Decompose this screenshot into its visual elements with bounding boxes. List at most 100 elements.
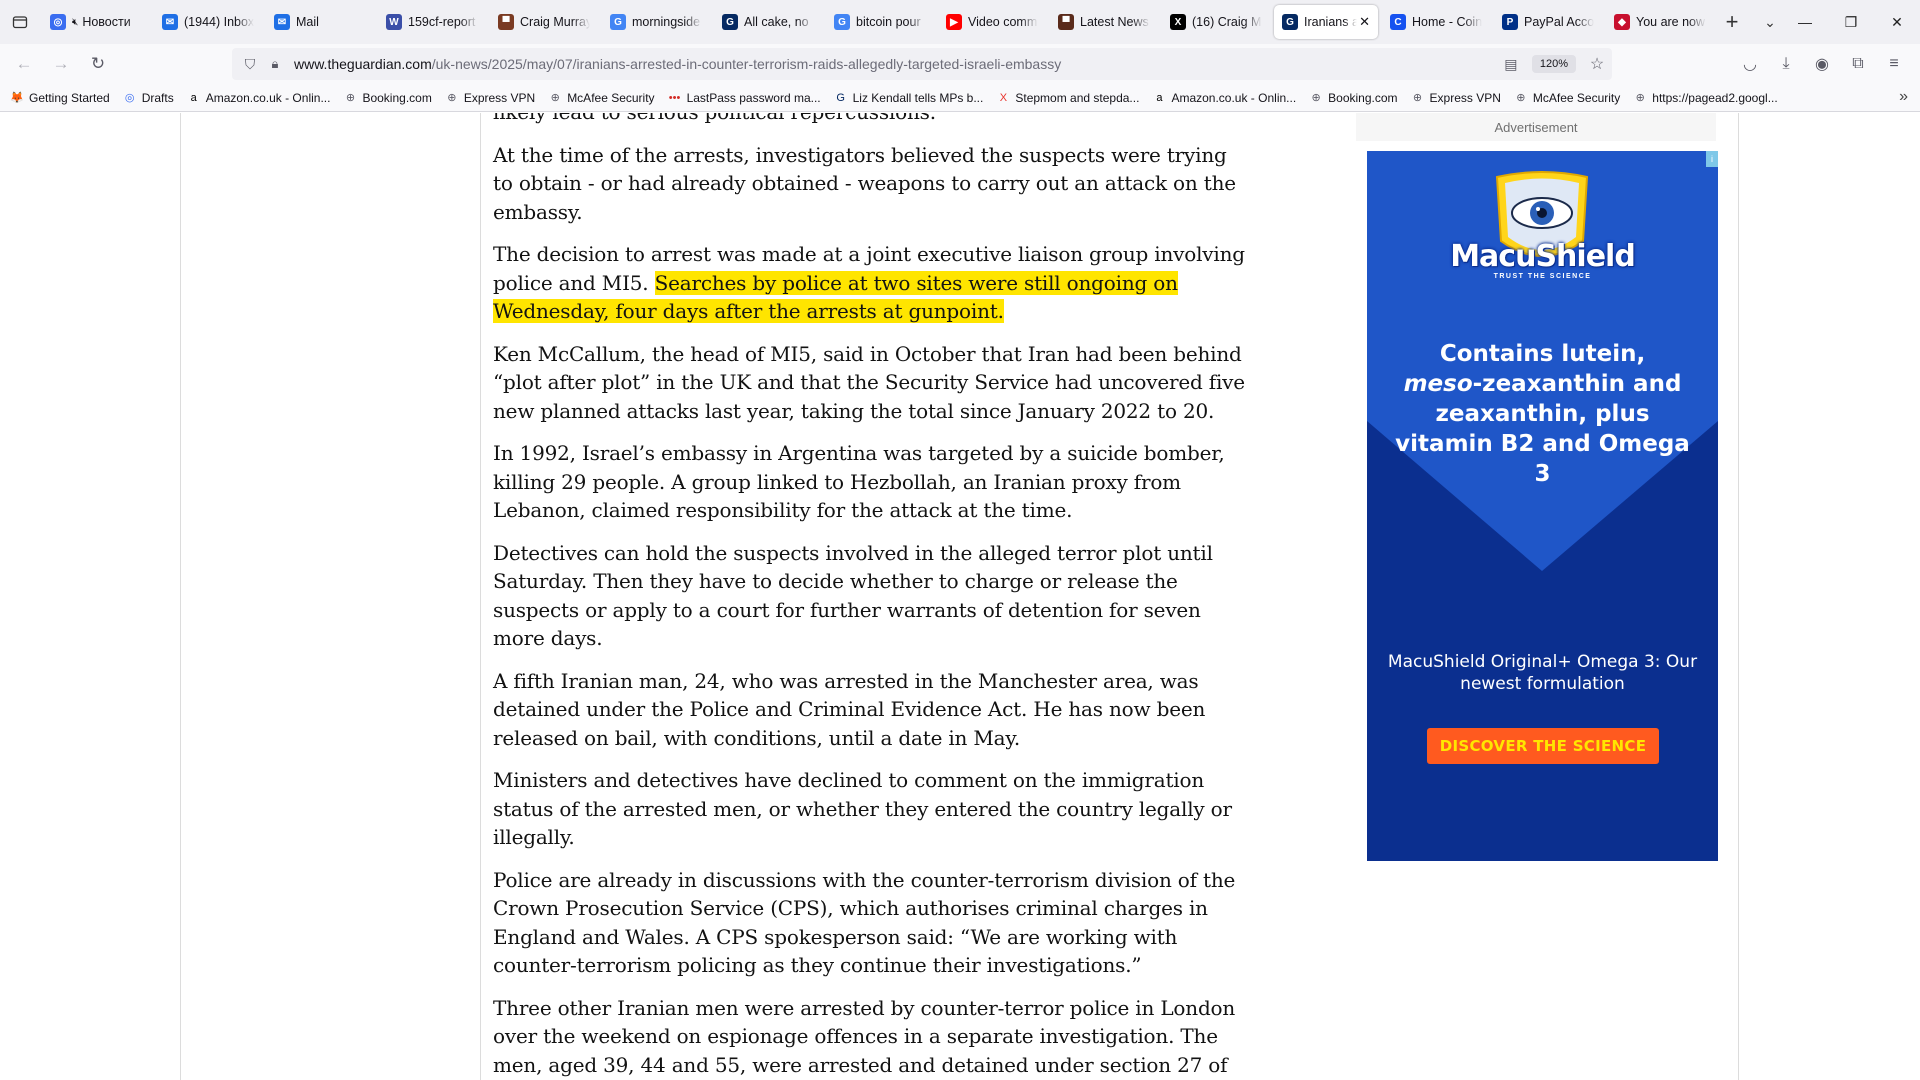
- tab-title: Latest News: [1080, 15, 1149, 29]
- bookmark-item[interactable]: ⊕ https://pagead2.googl...: [1633, 90, 1778, 105]
- bookmark-item[interactable]: ◎ Drafts: [123, 91, 174, 105]
- page-gutter-line: [180, 113, 181, 1080]
- bookmark-item[interactable]: ••• LastPass password ma...: [668, 91, 821, 105]
- reader-view-icon[interactable]: ▤: [1496, 56, 1526, 73]
- bookmark-favicon-icon: ⊕: [1311, 92, 1321, 104]
- tab-13[interactable]: C Home - Coin: [1382, 5, 1490, 39]
- tab-6[interactable]: Gmorningside: [602, 5, 710, 39]
- bookmark-favicon-icon: ⊕: [1412, 92, 1423, 104]
- zoom-level-button[interactable]: 120%: [1531, 55, 1576, 73]
- bookmark-item[interactable]: ⊕ Express VPN: [445, 91, 535, 105]
- back-button[interactable]: ←: [6, 48, 42, 80]
- tab-title: Новости: [82, 15, 131, 29]
- bookmark-favicon-icon: a: [1156, 91, 1163, 104]
- tab-11[interactable]: X (16) Craig M: [1162, 5, 1270, 39]
- advertisement-banner[interactable]: i MacuShield TRUST THE SCIENCE Contains …: [1367, 151, 1718, 861]
- url-text[interactable]: www.theguardian.com/uk-news/2025/may/07/…: [294, 56, 1496, 72]
- tab-5[interactable]: ▀ Craig Murray: [490, 5, 598, 39]
- ad-tagline: TRUST THE SCIENCE: [1493, 273, 1592, 280]
- bookmark-label: https://pagead2.googl...: [1652, 90, 1778, 105]
- pocket-button[interactable]: ◡: [1732, 48, 1768, 80]
- tab-title: Craig Murray: [520, 15, 590, 29]
- article-paragraph: A fifth Iranian man, 24, who was arreste…: [493, 668, 1206, 750]
- extensions-button[interactable]: ⧉: [1840, 48, 1876, 80]
- bookmark-item[interactable]: ⊕ Booking.com: [1309, 90, 1398, 105]
- article-paragraph: The decision to arrest was made at a joi…: [493, 240, 1248, 326]
- address-bar[interactable]: ⛉ 🔒︎ www.theguardian.com/uk-news/2025/ma…: [232, 48, 1612, 80]
- tab-3[interactable]: ✉ Mail: [266, 5, 374, 39]
- tab-10[interactable]: ▀ Latest News: [1050, 5, 1158, 39]
- minimize-icon: —: [1798, 14, 1812, 30]
- bookmark-favicon-icon: G: [836, 91, 845, 104]
- bookmark-item[interactable]: ⊕ Express VPN: [1411, 91, 1501, 105]
- bookmark-favicon-icon: a: [190, 91, 197, 104]
- bookmark-item[interactable]: ⊕ McAfee Security: [548, 91, 655, 105]
- article-paragraph: At the time of the arrests, investigator…: [493, 142, 1236, 224]
- tab-title: All cake, no: [744, 15, 809, 29]
- ad-choices-icon[interactable]: i: [1706, 151, 1718, 167]
- tab-15[interactable]: ◆ You are now: [1606, 5, 1714, 39]
- bookmark-item[interactable]: a Amazon.co.uk - Onlin...: [187, 91, 331, 105]
- tab-list-button[interactable]: [0, 0, 40, 44]
- account-button[interactable]: ◉: [1804, 48, 1840, 80]
- forward-button[interactable]: →: [43, 48, 79, 80]
- ad-headline: Contains lutein, meso-zeaxanthin and zeax…: [1387, 339, 1698, 489]
- tab-14[interactable]: P PayPal Acco: [1494, 5, 1602, 39]
- bookmark-label: Booking.com: [1328, 90, 1398, 105]
- bookmark-favicon-icon: ⊕: [550, 92, 560, 104]
- restore-button[interactable]: ❐: [1828, 0, 1874, 44]
- bookmarks-overflow-button[interactable]: »: [1899, 88, 1908, 106]
- tab-8[interactable]: Gbitcoin pour: [826, 5, 934, 39]
- tab-muted-icon[interactable]: 🔇︎: [72, 17, 78, 28]
- minimize-button[interactable]: —: [1782, 0, 1828, 44]
- tab-title: bitcoin pour: [856, 15, 921, 29]
- bookmark-item[interactable]: G Liz Kendall tells MPs b...: [834, 91, 983, 105]
- tab-favicon-icon: ▀: [498, 14, 514, 30]
- bookmark-item[interactable]: ⊕ Booking.com: [343, 91, 432, 105]
- puzzle-icon: ⧉: [1852, 55, 1864, 72]
- reload-button[interactable]: ↻: [80, 48, 116, 80]
- plus-icon: +: [1725, 9, 1739, 34]
- bookmark-favicon-icon: ⊕: [1516, 92, 1526, 104]
- tab-4[interactable]: W 159cf-report: [378, 5, 486, 39]
- article-paragraph: Ministers and detectives have declined t…: [493, 768, 1232, 849]
- bookmark-favicon-icon: ⊕: [447, 92, 457, 104]
- discover-the-science-button[interactable]: DISCOVER THE SCIENCE: [1427, 728, 1659, 764]
- lock-icon[interactable]: 🔒︎: [264, 56, 286, 72]
- tab-12[interactable]: G Iranians a ✕: [1274, 5, 1378, 39]
- bookmark-item[interactable]: ⊕ McAfee Security: [1514, 91, 1620, 105]
- close-window-button[interactable]: ✕: [1874, 0, 1920, 44]
- pocket-icon: ◡: [1743, 56, 1757, 73]
- tab-favicon-icon: ✉: [274, 14, 290, 30]
- menu-button[interactable]: ≡: [1876, 48, 1912, 80]
- tab-favicon-icon: G: [610, 14, 626, 30]
- tab-title: Mail: [296, 15, 319, 29]
- tab-title: morningside: [632, 15, 701, 29]
- page-right-line: [1738, 113, 1739, 1080]
- close-icon: ✕: [1891, 13, 1903, 30]
- article-paragraph: Police are already in discussions with t…: [493, 867, 1236, 978]
- tab-7[interactable]: G All cake, no: [714, 5, 822, 39]
- bookmark-favicon-icon: •••: [668, 91, 681, 104]
- bookmark-item[interactable]: a Amazon.co.uk - Onlin...: [1152, 91, 1296, 105]
- tab-favicon-icon: ▀: [1058, 14, 1074, 30]
- ad-headline-line: Contains lutein,: [1439, 341, 1646, 367]
- tab-9[interactable]: ▶ Video comm: [938, 5, 1046, 39]
- tab-1[interactable]: ◎ 🔇︎ Новости: [42, 5, 150, 39]
- bookmark-label: Amazon.co.uk - Onlin...: [205, 90, 331, 105]
- tab-2[interactable]: ✉ (1944) Inbox: [154, 5, 262, 39]
- bookmark-label: Amazon.co.uk - Onlin...: [1171, 90, 1297, 105]
- double-chevron-right-icon: »: [1899, 88, 1908, 105]
- tab-list: ◎ 🔇︎ Новости ✉ (1944) Inbox ✉ Mail W 159cf-repor…: [40, 0, 1716, 44]
- bookmark-item[interactable]: X Stepmom and stepda...: [996, 91, 1140, 105]
- tracking-protection-icon[interactable]: ⛉: [236, 56, 264, 73]
- bookmark-favicon-icon: X: [999, 91, 1008, 104]
- new-tab-button[interactable]: +: [1716, 6, 1748, 38]
- tab-favicon-icon: C: [1390, 14, 1406, 30]
- tab-close-icon[interactable]: ✕: [1359, 14, 1370, 30]
- article-body: likely lead to serious political repercu…: [493, 113, 1248, 1080]
- bookmark-item[interactable]: 🦊 Getting Started: [10, 91, 110, 105]
- downloads-button[interactable]: ⤓: [1768, 48, 1804, 80]
- tab-favicon-icon: G: [834, 14, 850, 30]
- bookmark-star-icon[interactable]: ☆: [1582, 54, 1612, 74]
